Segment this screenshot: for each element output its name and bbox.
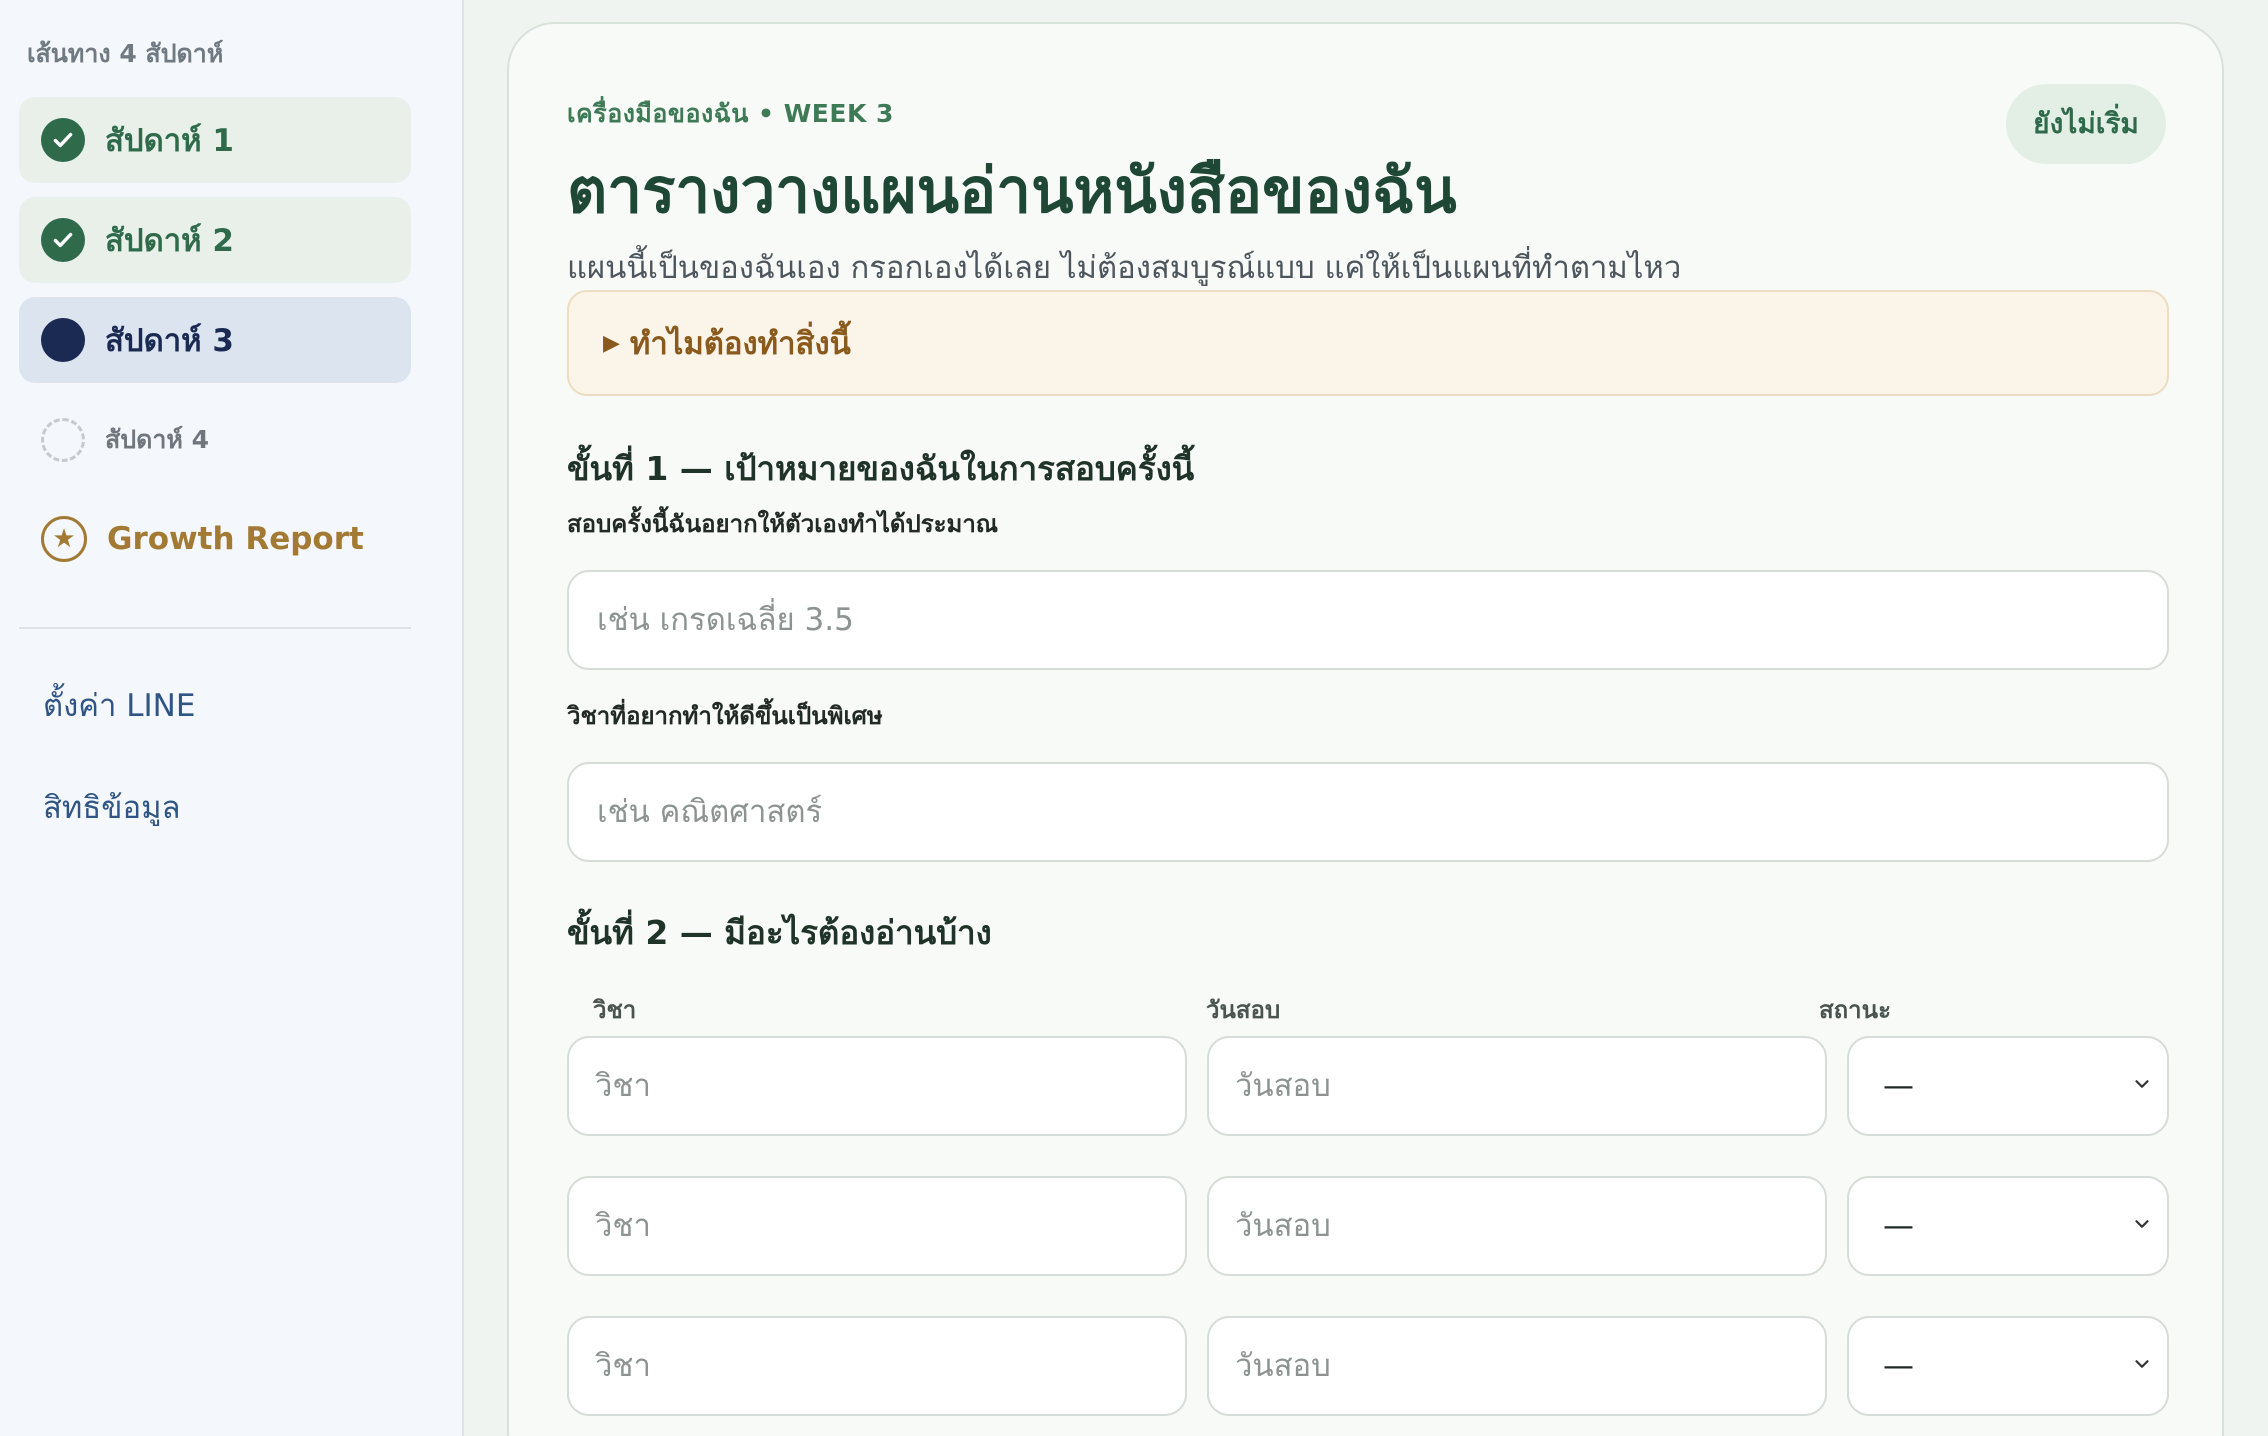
step-2-title: ขั้นที่ 2 — มีอะไรต้องอ่านบ้าง <box>567 913 992 952</box>
status-select[interactable]: — <box>1847 1036 2169 1136</box>
sidebar-item-label: สัปดาห์ 4 <box>105 425 209 454</box>
status-select-value: — <box>1883 1208 1914 1244</box>
goal-label: สอบครั้งนี้ฉันอยากให้ตัวเองทำได้ประมาณ <box>567 510 999 538</box>
chevron-down-icon <box>2131 1213 2153 1239</box>
current-dot-icon <box>41 318 85 362</box>
sidebar-item-week-1[interactable]: สัปดาห์ 1 <box>19 97 411 183</box>
step-1-title: ขั้นที่ 1 — เป้าหมายของฉันในการสอบครั้งน… <box>567 449 1195 488</box>
sidebar-divider <box>19 627 411 629</box>
sidebar-heading: เส้นทาง 4 สัปดาห์ <box>27 39 224 68</box>
chevron-down-icon <box>2131 1353 2153 1379</box>
line-settings-link[interactable]: ตั้งค่า LINE <box>43 680 195 730</box>
sidebar: เส้นทาง 4 สัปดาห์ สัปดาห์ 1 สัปดาห์ 2 สั… <box>0 0 464 1436</box>
focus-subject-label: วิชาที่อยากทำให้ดีขึ้นเป็นพิเศษ <box>567 702 883 730</box>
column-header-exam-date: วันสอบ <box>1206 996 1281 1024</box>
sidebar-item-label: สัปดาห์ 3 <box>105 323 234 359</box>
page-subtitle: แผนนี้เป็นของฉันเอง กรอกเองได้เลย ไม่ต้อ… <box>567 250 1682 286</box>
empty-circle-icon <box>41 418 85 462</box>
sidebar-item-week-4[interactable]: สัปดาห์ 4 <box>19 397 411 483</box>
status-badge: ยังไม่เริ่ม <box>2006 84 2166 164</box>
subject-input[interactable] <box>567 1036 1187 1136</box>
caret-right-icon: ▶ <box>603 330 620 356</box>
chevron-down-icon <box>2131 1073 2153 1099</box>
page-title: ตารางวางแผนอ่านหนังสือของฉัน <box>567 154 1457 227</box>
why-disclosure-label: ทำไมต้องทำสิ่งนี้ <box>629 326 851 362</box>
column-header-subject: วิชา <box>593 996 637 1024</box>
sidebar-item-label: สัปดาห์ 1 <box>105 123 234 159</box>
check-circle-icon <box>41 118 85 162</box>
exam-date-input[interactable] <box>1207 1176 1827 1276</box>
check-circle-icon <box>41 218 85 262</box>
card-kicker: เครื่องมือของฉัน • WEEK 3 <box>567 99 894 128</box>
growth-report-label: Growth Report <box>107 521 364 557</box>
sidebar-item-week-3[interactable]: สัปดาห์ 3 <box>19 297 411 383</box>
why-disclosure[interactable]: ▶ ทำไมต้องทำสิ่งนี้ <box>567 290 2169 396</box>
exam-date-input[interactable] <box>1207 1316 1827 1416</box>
focus-subject-input[interactable] <box>567 762 2169 862</box>
goal-input[interactable] <box>567 570 2169 670</box>
data-rights-link[interactable]: สิทธิข้อมูล <box>43 782 181 832</box>
star-circle-icon: ★ <box>41 516 87 562</box>
sidebar-item-label: สัปดาห์ 2 <box>105 223 234 259</box>
sidebar-item-week-2[interactable]: สัปดาห์ 2 <box>19 197 411 283</box>
sidebar-item-growth-report[interactable]: ★ Growth Report <box>41 516 364 562</box>
status-select-value: — <box>1883 1068 1914 1104</box>
subject-input[interactable] <box>567 1316 1187 1416</box>
column-header-status: สถานะ <box>1819 996 1891 1024</box>
status-select-value: — <box>1883 1348 1914 1384</box>
status-select[interactable]: — <box>1847 1316 2169 1416</box>
exam-date-input[interactable] <box>1207 1036 1827 1136</box>
planner-card: เครื่องมือของฉัน • WEEK 3 ยังไม่เริ่ม ตา… <box>507 22 2224 1436</box>
status-select[interactable]: — <box>1847 1176 2169 1276</box>
subject-input[interactable] <box>567 1176 1187 1276</box>
